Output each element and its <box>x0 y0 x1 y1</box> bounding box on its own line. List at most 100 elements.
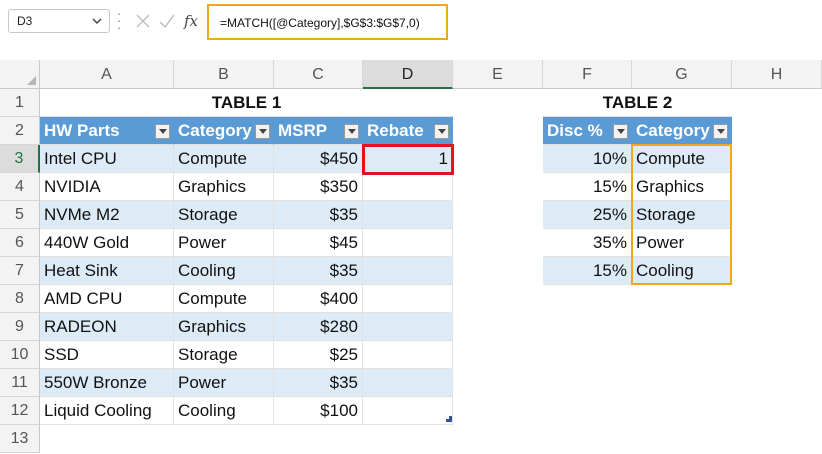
table-cell[interactable]: $25 <box>274 341 363 369</box>
table-cell[interactable]: Storage <box>174 341 274 369</box>
table-cell[interactable]: NVMe M2 <box>40 201 174 229</box>
table-cell[interactable]: Heat Sink <box>40 257 174 285</box>
table1-header-hw-parts[interactable]: HW Parts <box>40 117 174 145</box>
table1-header-category[interactable]: Category <box>174 117 274 145</box>
table-cell[interactable]: 15% <box>543 173 632 201</box>
table-cell[interactable]: $35 <box>274 369 363 397</box>
table1-header-label: MSRP <box>278 121 328 140</box>
cancel-icon[interactable] <box>132 9 154 33</box>
table-cell[interactable]: 15% <box>543 257 632 285</box>
table2-header-disc[interactable]: Disc % <box>543 117 632 145</box>
table-cell[interactable] <box>363 229 453 257</box>
table-cell[interactable]: Compute <box>174 145 274 173</box>
table1-title[interactable]: TABLE 1 <box>40 89 453 117</box>
table1-header-label: Category <box>178 121 252 140</box>
table1-header-msrp[interactable]: MSRP <box>274 117 363 145</box>
table-cell[interactable]: Power <box>174 369 274 397</box>
enter-check-icon[interactable] <box>156 9 178 33</box>
insert-function-icon[interactable]: fx <box>180 9 202 33</box>
table-cell[interactable]: 440W Gold <box>40 229 174 257</box>
table-cell[interactable]: Storage <box>174 201 274 229</box>
formula-input[interactable]: =MATCH([@Category],$G$3:$G$7,0) <box>207 4 448 40</box>
table-cell[interactable]: Graphics <box>632 173 732 201</box>
filter-dropdown-icon[interactable] <box>255 124 270 139</box>
table-cell[interactable]: Cooling <box>174 397 274 425</box>
table-cell[interactable]: Cooling <box>174 257 274 285</box>
name-box[interactable]: D3 <box>8 9 110 33</box>
table-cell[interactable]: $350 <box>274 173 363 201</box>
formula-bar: D3 · · · fx =MATCH([@Category],$G$3:$G$7,0… <box>0 0 822 44</box>
table-cell[interactable] <box>363 341 453 369</box>
table-cell[interactable] <box>363 313 453 341</box>
more-options-icon[interactable]: · · · <box>116 7 122 34</box>
table-cell[interactable]: Intel CPU <box>40 145 174 173</box>
table1-header-rebate[interactable]: Rebate <box>363 117 453 145</box>
table-cell[interactable]: Power <box>632 229 732 257</box>
table-cell[interactable]: SSD <box>40 341 174 369</box>
table-cell[interactable]: $35 <box>274 257 363 285</box>
table-cell[interactable]: 25% <box>543 201 632 229</box>
row-header-2[interactable]: 2 <box>0 117 40 145</box>
table-cell[interactable]: 10% <box>543 145 632 173</box>
row-header-13[interactable]: 13 <box>0 425 40 453</box>
row-header-5[interactable]: 5 <box>0 201 40 229</box>
row-header-1[interactable]: 1 <box>0 89 40 117</box>
row-header-6[interactable]: 6 <box>0 229 40 257</box>
table-cell[interactable]: $45 <box>274 229 363 257</box>
column-header-f[interactable]: F <box>543 60 632 89</box>
table-cell[interactable]: $35 <box>274 201 363 229</box>
row-header-12[interactable]: 12 <box>0 397 40 425</box>
table-cell[interactable]: 550W Bronze <box>40 369 174 397</box>
table-cell[interactable] <box>363 285 453 313</box>
row-header-4[interactable]: 4 <box>0 173 40 201</box>
column-header-a[interactable]: A <box>40 60 174 89</box>
table-cell-rebate-active[interactable]: 1 <box>363 145 453 173</box>
table1-header-label: HW Parts <box>44 121 120 140</box>
chevron-down-icon[interactable] <box>90 14 104 28</box>
table-cell[interactable]: Graphics <box>174 173 274 201</box>
column-header-d[interactable]: D <box>363 60 453 89</box>
table-cell[interactable] <box>363 173 453 201</box>
column-header-g[interactable]: G <box>632 60 732 89</box>
table2-title[interactable]: TABLE 2 <box>543 89 732 117</box>
table-cell[interactable]: RADEON <box>40 313 174 341</box>
filter-dropdown-icon[interactable] <box>713 124 728 139</box>
table-cell[interactable]: AMD CPU <box>40 285 174 313</box>
table-cell[interactable]: Graphics <box>174 313 274 341</box>
row-header-10[interactable]: 10 <box>0 341 40 369</box>
column-header-h[interactable]: H <box>732 60 822 89</box>
filter-dropdown-icon[interactable] <box>344 124 359 139</box>
table-cell[interactable]: $280 <box>274 313 363 341</box>
table-cell[interactable]: Liquid Cooling <box>40 397 174 425</box>
filter-dropdown-icon[interactable] <box>155 124 170 139</box>
table2-header-label: Disc % <box>547 121 603 140</box>
column-header-e[interactable]: E <box>453 60 543 89</box>
table-cell[interactable] <box>363 369 453 397</box>
select-all-corner[interactable] <box>0 60 40 89</box>
table-cell[interactable] <box>363 257 453 285</box>
column-header-c[interactable]: C <box>274 60 363 89</box>
table-cell[interactable] <box>363 201 453 229</box>
filter-dropdown-icon[interactable] <box>613 124 628 139</box>
row-header-11[interactable]: 11 <box>0 369 40 397</box>
table-cell[interactable]: 35% <box>543 229 632 257</box>
table-cell[interactable]: Storage <box>632 201 732 229</box>
table2-header-category[interactable]: Category <box>632 117 732 145</box>
table-cell[interactable]: Compute <box>174 285 274 313</box>
filter-dropdown-icon[interactable] <box>434 124 449 139</box>
row-header-9[interactable]: 9 <box>0 313 40 341</box>
table-cell[interactable]: NVIDIA <box>40 173 174 201</box>
row-header-7[interactable]: 7 <box>0 257 40 285</box>
column-header-b[interactable]: B <box>174 60 274 89</box>
table-cell[interactable] <box>363 397 453 425</box>
row-header-3[interactable]: 3 <box>0 145 40 173</box>
table-resize-handle[interactable] <box>446 416 452 422</box>
table1-header-label: Rebate <box>367 121 424 140</box>
table-cell[interactable]: Cooling <box>632 257 732 285</box>
table-cell[interactable]: $400 <box>274 285 363 313</box>
table-cell[interactable]: Compute <box>632 145 732 173</box>
row-header-8[interactable]: 8 <box>0 285 40 313</box>
table-cell[interactable]: Power <box>174 229 274 257</box>
table-cell[interactable]: $450 <box>274 145 363 173</box>
table-cell[interactable]: $100 <box>274 397 363 425</box>
